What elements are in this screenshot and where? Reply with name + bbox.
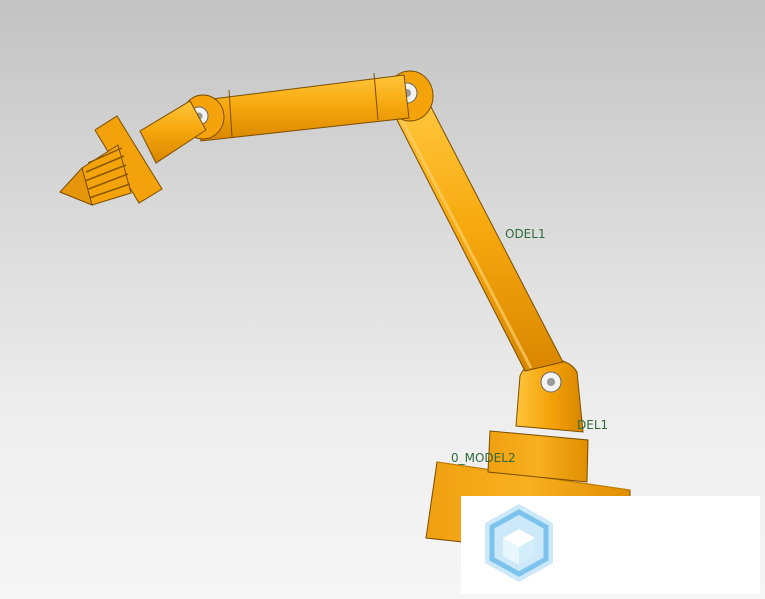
model1-upper-label: ODEL1 <box>505 227 546 241</box>
model2-label: 0_MODEL2 <box>451 451 516 465</box>
watermark-panel <box>461 496 760 594</box>
upper-arm[interactable] <box>195 72 410 142</box>
threaded-tool-tip[interactable] <box>59 144 132 206</box>
cube-logo-icon <box>485 504 553 582</box>
model1-lower-label: DEL1 <box>577 418 609 432</box>
3d-viewport[interactable]: ODEL1 DEL1 0_MODEL2 <box>0 0 765 599</box>
